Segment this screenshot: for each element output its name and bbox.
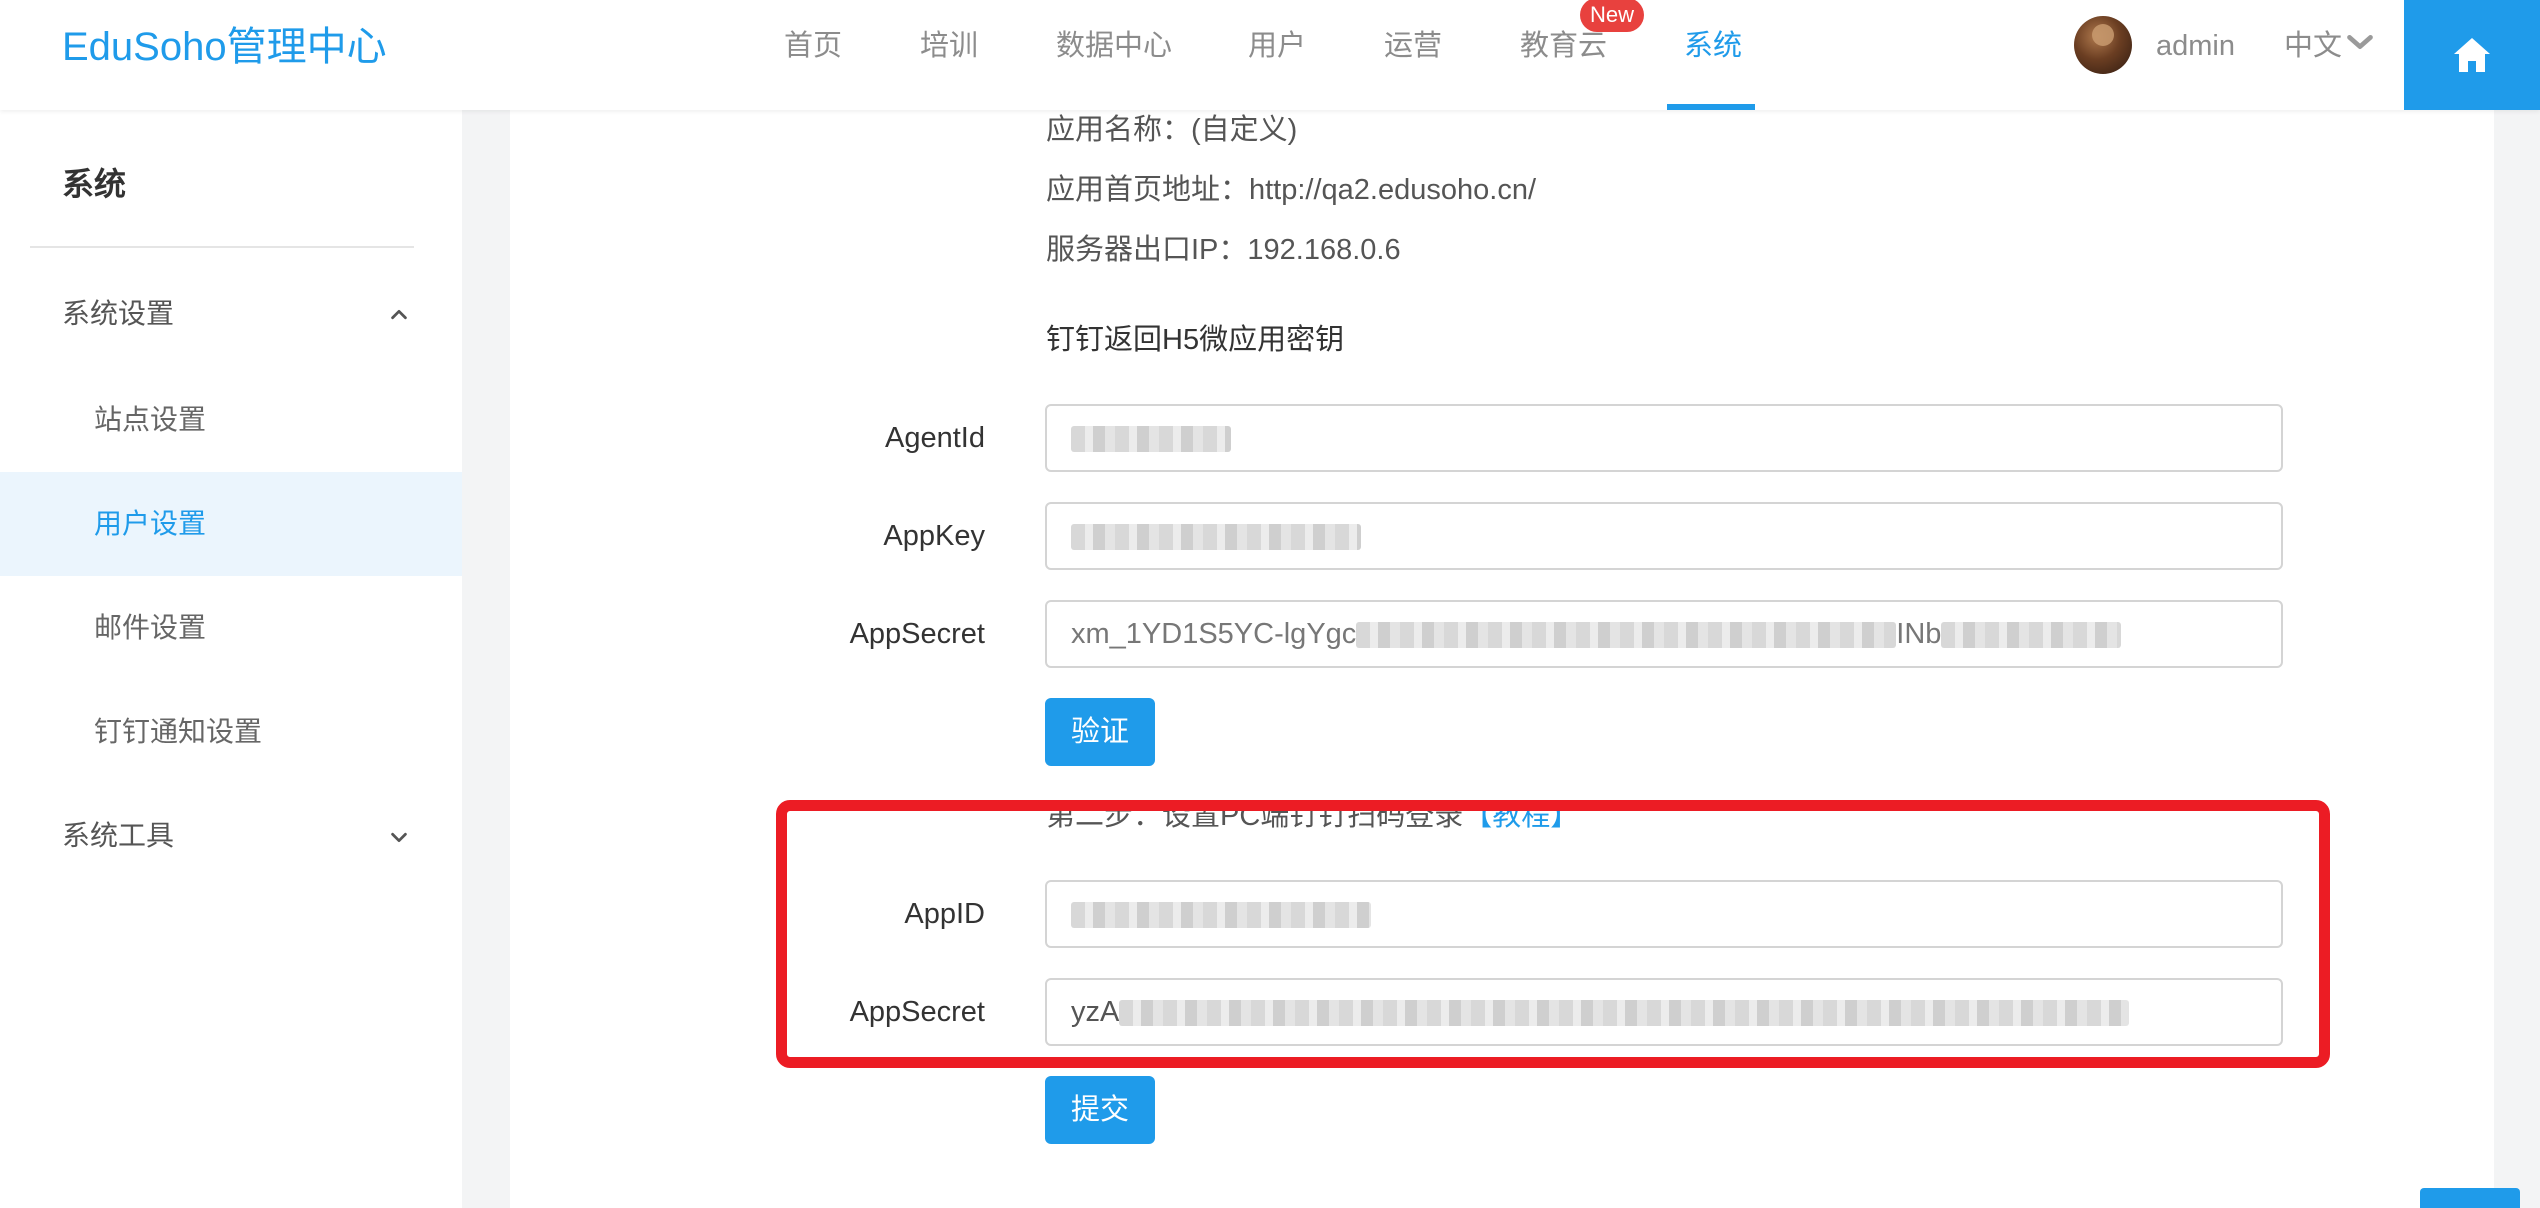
- agentid-label: AgentId: [885, 422, 985, 454]
- nav-operations[interactable]: 运营: [1384, 26, 1442, 66]
- new-badge: New: [1580, 0, 1645, 32]
- nav-training[interactable]: 培训: [920, 26, 978, 66]
- highlight-annotation: [776, 800, 2330, 1068]
- user-name[interactable]: admin: [2156, 26, 2235, 66]
- redacted-value: [1071, 524, 1361, 551]
- redacted-value: [1941, 622, 2122, 649]
- language-selector[interactable]: 中文: [2284, 26, 2342, 66]
- sidebar-group-system-tools[interactable]: 系统工具: [62, 816, 174, 856]
- top-header: EduSoho管理中心 首页 培训 数据中心 用户 运营 教育云 New 系统 …: [0, 0, 2540, 110]
- appsecret-visible-prefix: xm_1YD1S5YC-lgYgc: [1071, 618, 1357, 650]
- home-button[interactable]: [2404, 0, 2540, 110]
- verify-button[interactable]: 验证: [1045, 698, 1156, 766]
- appsecret-visible-mid: INb: [1896, 618, 1942, 650]
- nav-data-center[interactable]: 数据中心: [1056, 26, 1172, 66]
- sidebar-divider: [30, 246, 414, 248]
- home-icon: [2454, 38, 2490, 72]
- sidebar-title: 系统: [62, 166, 127, 202]
- appsecret-input[interactable]: xm_1YD1S5YC-lgYgc INb: [1045, 600, 2283, 668]
- agentid-input[interactable]: [1045, 404, 2283, 472]
- server-ip-line: 服务器出口IP：192.168.0.6: [1046, 234, 1401, 266]
- nav-edu-cloud[interactable]: 教育云: [1520, 26, 1607, 66]
- appsecret-label: AppSecret: [849, 618, 985, 650]
- submit-button[interactable]: 提交: [1045, 1076, 1156, 1144]
- nav-system[interactable]: 系统: [1684, 26, 1742, 66]
- nav-home[interactable]: 首页: [784, 26, 842, 66]
- sidebar: 系统 系统设置 站点设置 用户设置 邮件设置 钉钉通知设置 系统工具: [0, 110, 462, 1208]
- appkey-input[interactable]: [1045, 502, 2283, 570]
- nav-active-indicator: [1667, 104, 1755, 110]
- nav-users[interactable]: 用户: [1248, 26, 1306, 66]
- appkey-label: AppKey: [883, 520, 985, 552]
- chevron-down-icon[interactable]: [388, 826, 410, 848]
- chevron-up-icon[interactable]: [388, 304, 410, 326]
- app-name-line: 应用名称：(自定义): [1046, 114, 1298, 146]
- sidebar-group-system-settings[interactable]: 系统设置: [62, 294, 174, 334]
- redacted-value: [1356, 622, 1897, 649]
- chevron-down-icon[interactable]: [2346, 28, 2374, 56]
- sidebar-item-dingtalk-notify[interactable]: 钉钉通知设置: [0, 680, 462, 784]
- redacted-value: [1071, 426, 1231, 453]
- avatar[interactable]: [2074, 16, 2132, 74]
- h5-section-heading: 钉钉返回H5微应用密钥: [1046, 324, 1345, 356]
- app-logo[interactable]: EduSoho管理中心: [62, 22, 387, 72]
- homepage-line: 应用首页地址：http://qa2.edusoho.cn/: [1046, 174, 1536, 206]
- floating-corner-tab[interactable]: [2420, 1188, 2520, 1208]
